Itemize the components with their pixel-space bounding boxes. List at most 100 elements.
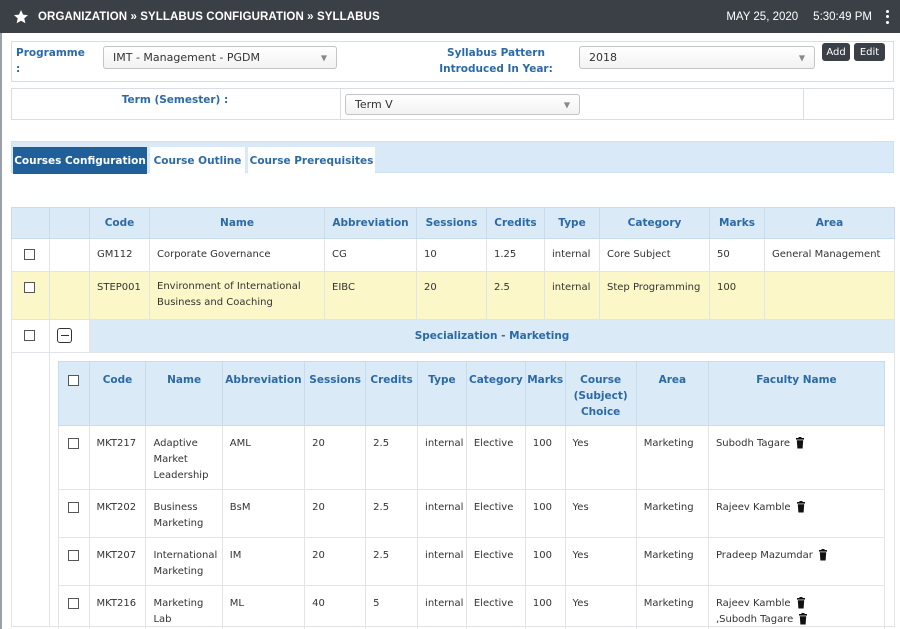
table-row[interactable]: MKT216 Marketing Lab ML 40 5 internal El… <box>58 585 886 629</box>
row-expand-cell <box>49 319 90 353</box>
cell-credits: 2.5 <box>486 271 545 320</box>
header-code: Code <box>89 207 150 239</box>
header-course-choice: Course (Subject) Choice <box>564 361 637 426</box>
table-header-row: Code Name Abbreviation Sessions Credits … <box>11 207 895 239</box>
specialization-row[interactable]: Specialization - Marketing <box>11 319 895 353</box>
row-select-cell <box>58 585 90 629</box>
cell-area: Marketing <box>635 537 709 586</box>
cell-faculty-name: Pradeep Mazumdar <box>707 537 886 586</box>
header-sessions: Sessions <box>416 207 487 239</box>
cell-faculty-name: Rajeev Kamble ,Subodh Tagare <box>707 585 886 629</box>
row-checkbox[interactable] <box>24 330 35 341</box>
cell-name: Marketing Lab <box>145 585 223 629</box>
spacer-cell <box>11 352 50 627</box>
header-faculty-name: Faculty Name <box>707 361 886 426</box>
cell-name: Environment of International Business an… <box>149 271 325 320</box>
table-row[interactable]: MKT202 Business Marketing BsM 20 2.5 int… <box>58 489 886 538</box>
syllabus-pattern-label: Syllabus Pattern Introduced In Year: <box>439 47 553 75</box>
syllabus-pattern-select[interactable]: 2018 ▼ <box>579 46 815 69</box>
faculty-name: Rajeev Kamble <box>715 598 791 609</box>
cell-category: Elective <box>465 489 526 538</box>
cell-code: GM112 <box>89 238 150 272</box>
cell-abbreviation: ML <box>221 585 306 629</box>
programme-select[interactable]: IMT - Management - PGDM ▼ <box>103 46 337 69</box>
cell-category: Elective <box>465 425 526 490</box>
row-checkbox[interactable] <box>68 501 79 513</box>
header-expand <box>49 207 90 239</box>
tab-course-prerequisites[interactable]: Course Prerequisites <box>248 147 375 174</box>
term-label: Term (Semester) : <box>121 94 229 106</box>
current-date: MAY 25, 2020 <box>726 10 799 23</box>
cell-area <box>764 271 895 320</box>
kebab-menu-icon[interactable] <box>882 9 892 25</box>
faculty-name: Pradeep Mazumdar <box>715 550 813 561</box>
star-icon[interactable] <box>13 9 29 25</box>
cell-credits: 5 <box>365 585 419 629</box>
tab-courses-configuration[interactable]: Courses Configuration <box>13 147 147 174</box>
cell-type: internal <box>417 425 467 490</box>
specialization-header-row: Code Name Abbreviation Sessions Credits … <box>58 361 886 426</box>
header-name: Name <box>145 361 223 426</box>
row-checkbox[interactable] <box>24 249 35 260</box>
caret-down-icon: ▼ <box>320 53 327 62</box>
cell-category: Step Programming <box>599 271 710 320</box>
cell-code: STEP001 <box>89 271 150 320</box>
trash-icon[interactable] <box>796 501 805 513</box>
cell-sessions: 20 <box>416 271 487 320</box>
row-checkbox[interactable] <box>24 282 35 293</box>
header-credits: Credits <box>365 361 419 426</box>
term-select[interactable]: Term V ▼ <box>345 94 580 115</box>
cell-area: Marketing <box>635 489 709 538</box>
tab-course-outline[interactable]: Course Outline <box>150 147 245 174</box>
header-category: Category <box>465 361 526 426</box>
trash-icon[interactable] <box>799 613 808 625</box>
header-abbreviation: Abbreviation <box>221 361 306 426</box>
add-button[interactable]: Add <box>822 43 850 61</box>
row-expand-cell <box>49 271 90 320</box>
trash-icon[interactable] <box>796 597 805 609</box>
specialization-title: Specialization - Marketing <box>89 319 895 353</box>
programme-label: Programme : <box>16 47 85 75</box>
trash-icon[interactable] <box>818 549 827 561</box>
header-marks: Marks <box>524 361 566 426</box>
cell-type: internal <box>544 271 600 320</box>
row-checkbox[interactable] <box>68 597 79 609</box>
cell-abbreviation: AML <box>221 425 306 490</box>
header-category: Category <box>599 207 710 239</box>
cell-type: internal <box>417 489 467 538</box>
term-select-value: Term V <box>355 98 393 111</box>
row-select-cell <box>58 425 90 490</box>
cell-code: MKT202 <box>88 489 147 538</box>
cell-sessions: 10 <box>416 238 487 272</box>
cell-category: Elective <box>465 585 526 629</box>
cell-course-choice: Yes <box>564 537 637 586</box>
cell-name: Business Marketing <box>145 489 223 538</box>
programme-select-value: IMT - Management - PGDM <box>113 51 260 64</box>
cell-course-choice: Yes <box>564 489 637 538</box>
table-row[interactable]: MKT207 International Marketing IM 20 2.5… <box>58 537 886 586</box>
table-row[interactable]: MKT217 Adaptive Market Leadership AML 20… <box>58 425 886 490</box>
cell-area: Marketing <box>635 585 709 629</box>
table-row[interactable]: STEP001 Environment of International Bus… <box>11 271 895 320</box>
top-bar: ORGANIZATION » SYLLABUS CONFIGURATION » … <box>0 0 900 33</box>
breadcrumb: ORGANIZATION » SYLLABUS CONFIGURATION » … <box>38 10 380 23</box>
minus-square-icon[interactable] <box>57 328 72 343</box>
row-checkbox[interactable] <box>68 549 79 561</box>
cell-type: internal <box>417 537 467 586</box>
table-row[interactable]: GM112 Corporate Governance CG 10 1.25 in… <box>11 238 895 272</box>
cell-marks: 100 <box>524 585 566 629</box>
header-select <box>11 207 50 239</box>
edit-button[interactable]: Edit <box>854 43 885 61</box>
cell-type: internal <box>417 585 467 629</box>
select-all-checkbox[interactable] <box>68 374 80 386</box>
cell-course-choice: Yes <box>564 425 637 490</box>
row-checkbox[interactable] <box>68 437 79 449</box>
trash-icon[interactable] <box>796 437 805 449</box>
cell-marks: 50 <box>709 238 765 272</box>
row-select-cell <box>58 537 90 586</box>
cell-sessions: 40 <box>304 585 367 629</box>
faculty-name: Rajeev Kamble <box>715 502 791 513</box>
cell-code: MKT216 <box>88 585 147 629</box>
current-time: 5:30:49 PM <box>813 10 872 23</box>
caret-down-icon: ▼ <box>798 53 805 62</box>
